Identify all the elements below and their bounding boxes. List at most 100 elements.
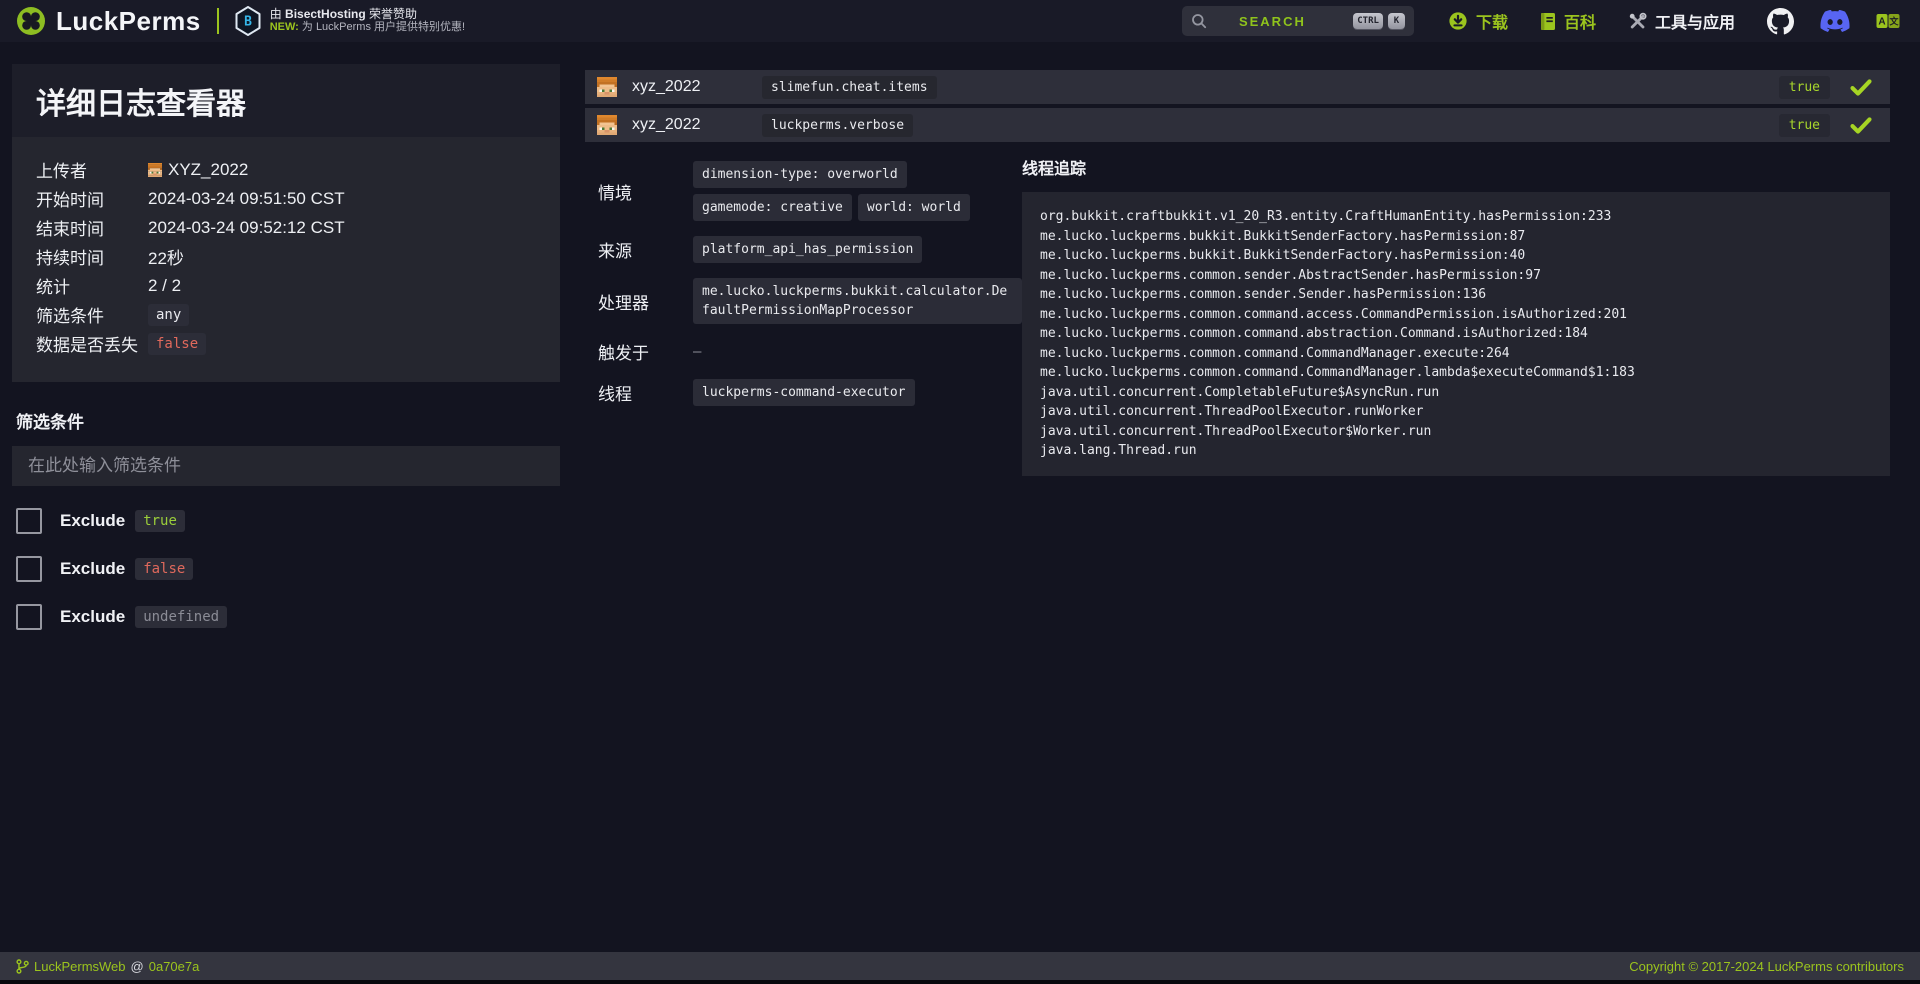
meta-row-duration: 持续时间 22秒 [36,242,536,271]
processor-badge: me.lucko.luckperms.bukkit.calculator.Def… [693,278,1022,324]
trace-line: me.lucko.luckperms.common.sender.Abstrac… [1040,266,1872,286]
exclude-undefined-checkbox[interactable] [16,604,42,630]
session-meta-panel: 上传者 XYZ_2022 开始时间 2024-03-24 09:51:50 CS… [12,137,560,382]
discord-icon [1820,10,1850,33]
trace-line: me.lucko.luckperms.bukkit.BukkitSenderFa… [1040,246,1872,266]
tools-icon [1628,12,1647,31]
nav-link-download[interactable]: 下载 [1448,9,1508,33]
filter-mode-badge: any [148,304,189,326]
field-thread: 线程 luckperms-command-executor [598,379,1022,406]
nav-divider [217,8,219,34]
github-icon [1767,8,1794,35]
meta-row-truncated: 数据是否丢失 false [36,329,536,358]
exclude-true-checkbox[interactable] [16,508,42,534]
github-link[interactable] [1767,8,1794,35]
player-name: xyz_2022 [632,78,762,96]
footer: LuckPermsWeb @ 0a70e7a Copyright © 2017-… [0,952,1920,980]
field-processor: 处理器 me.lucko.luckperms.bukkit.calculator… [598,278,1022,324]
footer-repo-link[interactable]: LuckPermsWeb @ 0a70e7a [16,959,199,974]
sidebar: 详细日志查看器 上传者 XYZ_2022 开始时间 2024-03-24 09:… [0,42,560,630]
trace-line: java.util.concurrent.ThreadPoolExecutor$… [1040,422,1872,442]
meta-row-end: 结束时间 2024-03-24 09:52:12 CST [36,213,536,242]
main-area: 详细日志查看器 上传者 XYZ_2022 开始时间 2024-03-24 09:… [0,42,1920,952]
trace-line: me.lucko.luckperms.common.command.access… [1040,305,1872,325]
trace-line: me.lucko.luckperms.common.sender.Sender.… [1040,285,1872,305]
commit-hash: 0a70e7a [149,959,200,974]
trace-line: me.lucko.luckperms.common.command.Comman… [1040,344,1872,364]
trace-line: me.lucko.luckperms.common.command.abstra… [1040,324,1872,344]
context-badge: dimension-type: overworld [693,161,907,188]
field-caused-by: 触发于 — [598,339,1022,364]
ctrl-keycap: CTRL [1353,13,1383,29]
stack-trace-panel: org.bukkit.craftbukkit.v1_20_R3.entity.C… [1022,192,1890,476]
player-avatar [597,115,617,135]
sidebar-header: 详细日志查看器 [12,64,560,137]
duration: 22秒 [148,244,184,269]
trace-line: org.bukkit.craftbukkit.v1_20_R3.entity.C… [1040,207,1872,227]
sponsor-line2: NEW: 为 LuckPerms 用户提供特别优惠! [270,21,465,34]
results-area: xyz_2022 slimefun.cheat.items true xyz_2… [560,42,1920,476]
trace-line: java.lang.Thread.run [1040,441,1872,461]
end-time: 2024-03-24 09:52:12 CST [148,218,345,238]
permission-badge: slimefun.cheat.items [762,76,937,99]
git-branch-icon [16,959,29,974]
book-icon [1540,12,1556,31]
exclude-false-checkbox[interactable] [16,556,42,582]
entry-fields: 情境 dimension-type: overworld gamemode: c… [585,155,1022,476]
luckperms-verbose-viewer-page: { "colors": { "accent_green": "#9bc41e",… [0,0,1920,984]
search-label: SEARCH [1239,14,1306,29]
exclude-undefined-badge: undefined [135,606,227,628]
field-context: 情境 dimension-type: overworld gamemode: c… [598,161,1022,221]
svg-text:A: A [1878,17,1885,28]
stats-count: 2 / 2 [148,276,181,296]
svg-text:B: B [244,15,252,30]
context-badge: gamemode: creative [693,194,852,221]
brand[interactable]: LuckPerms [16,6,201,37]
exclude-true-badge: true [135,510,185,532]
check-icon [1850,79,1872,96]
copyright-text: Copyright © 2017-2024 LuckPerms contribu… [1629,959,1904,974]
download-icon [1448,11,1468,31]
origin-badge: platform_api_has_permission [693,236,922,263]
permission-badge: luckperms.verbose [762,114,913,137]
bottom-strip [0,980,1920,984]
sponsor-banner[interactable]: B 由 BisectHosting 荣誉赞助 NEW: 为 LuckPerms … [235,6,465,36]
k-keycap: K [1388,13,1405,29]
nav-link-tools[interactable]: 工具与应用 [1628,9,1735,33]
trace-line: java.util.concurrent.CompletableFuture$A… [1040,383,1872,403]
field-origin: 来源 platform_api_has_permission [598,236,1022,263]
exclude-undefined-row[interactable]: Exclude undefined [16,604,560,630]
brand-title: LuckPerms [56,6,201,37]
trace-line: java.util.concurrent.ThreadPoolExecutor.… [1040,402,1872,422]
exclude-false-badge: false [135,558,193,580]
context-badge: world: world [858,194,970,221]
entry-detail: 情境 dimension-type: overworld gamemode: c… [585,155,1890,476]
log-row[interactable]: xyz_2022 slimefun.cheat.items true [585,70,1890,104]
trace-line: me.lucko.luckperms.common.command.Comman… [1040,363,1872,383]
repo-name: LuckPermsWeb [34,959,126,974]
trace-line: me.lucko.luckperms.bukkit.BukkitSenderFa… [1040,227,1872,247]
uploader-avatar [148,163,162,177]
start-time: 2024-03-24 09:51:50 CST [148,189,345,209]
language-switcher[interactable]: A 文 [1876,13,1900,29]
meta-row-uploader: 上传者 XYZ_2022 [36,155,536,184]
player-name: xyz_2022 [632,116,762,134]
svg-text:文: 文 [1888,16,1899,27]
caused-by-value: — [693,344,701,360]
exclude-true-row[interactable]: Exclude true [16,508,560,534]
discord-link[interactable] [1820,10,1850,33]
search-input[interactable]: SEARCH CTRL K [1182,6,1414,36]
result-value-badge: true [1779,114,1830,137]
exclude-false-row[interactable]: Exclude false [16,556,560,582]
sponsor-line1: 由 BisectHosting 荣誉赞助 [270,8,465,21]
bisecthosting-logo-icon: B [235,6,261,36]
filter-input[interactable] [12,446,560,486]
luckperms-clover-logo-icon [16,6,46,36]
log-row[interactable]: xyz_2022 luckperms.verbose true [585,108,1890,142]
nav-link-wiki[interactable]: 百科 [1540,9,1596,33]
thread-trace-section: 线程追踪 org.bukkit.craftbukkit.v1_20_R3.ent… [1022,155,1890,476]
search-icon [1191,13,1207,29]
translate-icon: A 文 [1876,13,1900,29]
meta-row-start: 开始时间 2024-03-24 09:51:50 CST [36,184,536,213]
filter-section-heading: 筛选条件 [16,408,560,433]
